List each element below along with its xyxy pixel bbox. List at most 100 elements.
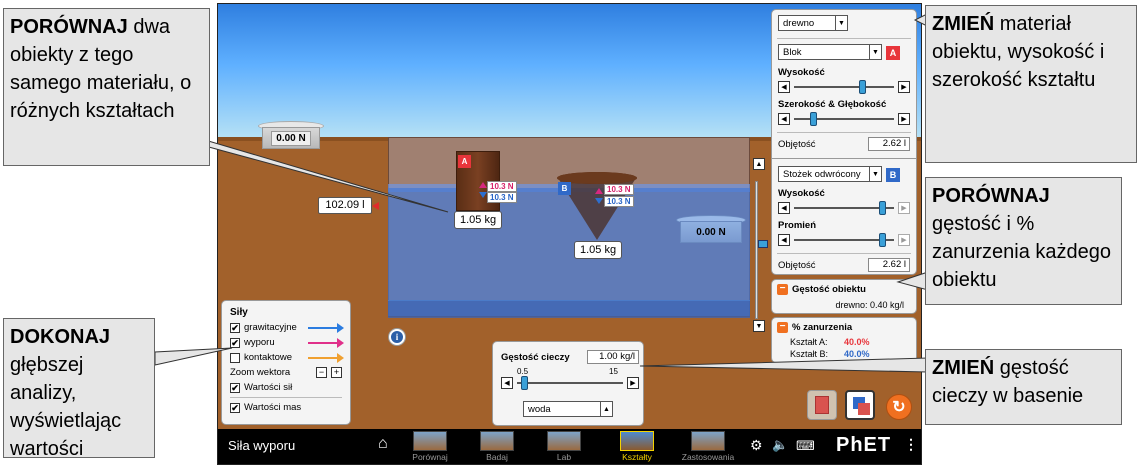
fluid-level-thumb[interactable] (758, 240, 768, 248)
increase-button[interactable]: ▶ (627, 377, 639, 389)
slider-track (794, 118, 894, 120)
chevron-down-icon: ▼ (869, 45, 881, 59)
right-scale[interactable]: 0.00 N (676, 215, 746, 247)
scale-reading: 0.00 N (696, 226, 726, 238)
block-a-buoyant-force: 10.3 N (487, 181, 517, 192)
collapse-icon[interactable]: − (777, 284, 788, 295)
forces-panel: Siły ✔ grawitacyjne ✔ wyporu kontaktowe … (221, 300, 351, 425)
shape-a-select[interactable]: Blok ▼ (778, 44, 882, 60)
height-a-slider[interactable]: ◀ ▶ (778, 80, 910, 94)
keyboard-icon[interactable]: ⌨ (796, 438, 815, 454)
zoom-row: Zoom wektora − + (230, 365, 342, 380)
shape-a-tag: A (458, 155, 471, 168)
zoom-label: Zoom wektora (230, 367, 291, 378)
cone-b-mass: 1.05 kg (574, 241, 623, 259)
shape-b-select[interactable]: Stożek odwrócony ▼ (778, 166, 882, 182)
sim-title: Siła wyporu (228, 438, 296, 453)
height-b-slider[interactable]: ◀ ▶ (778, 201, 910, 215)
navigation-bar: Siła wyporu ⌂ Porównaj Badaj Lab Kształt… (218, 429, 921, 464)
callout-compare-density: PORÓWNAJ gęstość i % zanurzenia każdego … (925, 177, 1122, 305)
collapse-icon[interactable]: − (777, 322, 788, 333)
cone-b-gravity-force: 10.3 N (604, 196, 634, 207)
divider (230, 397, 342, 398)
zoom-in-button[interactable]: + (331, 367, 342, 378)
left-scale[interactable]: 0.00 N (258, 121, 324, 153)
force-gravity-row[interactable]: ✔ grawitacyjne (230, 320, 344, 335)
reset-button[interactable]: ↻ (886, 394, 912, 420)
decrease-button[interactable]: ◀ (778, 113, 790, 125)
divider (777, 253, 911, 254)
scale-display: 0.00 N (262, 127, 320, 149)
force-buoyancy-row[interactable]: ✔ wyporu (230, 335, 344, 350)
fluid-density-max: 15 (609, 367, 618, 376)
fluid-select-value: woda (528, 403, 551, 415)
checkbox[interactable]: ✔ (230, 402, 240, 413)
increase-button[interactable]: ▶ (898, 81, 910, 93)
fluid-level-down-button[interactable]: ▼ (753, 320, 765, 332)
gear-icon[interactable]: ⚙ (750, 437, 763, 454)
shape-b-submerged-value: 40.0% (844, 349, 870, 359)
force-values-row[interactable]: ✔ Wartości sił (230, 380, 342, 395)
tab-porownaj[interactable]: Porównaj (405, 431, 455, 462)
decrease-button[interactable]: ◀ (778, 202, 790, 214)
material-select[interactable]: drewno ▼ (778, 15, 848, 31)
percent-submerged-header[interactable]: − % zanurzenia (777, 322, 852, 333)
menu-icon[interactable]: ⋮ (904, 436, 918, 453)
checkbox[interactable]: ✔ (230, 337, 240, 348)
single-object-button[interactable] (807, 390, 837, 420)
tab-zastosowania[interactable]: Zastosowania (676, 431, 740, 462)
checkbox[interactable]: ✔ (230, 322, 240, 333)
slider-thumb[interactable] (859, 80, 866, 94)
cone-b-buoyant-force: 10.3 N (604, 184, 634, 195)
fluid-select[interactable]: woda ▲ (523, 401, 613, 417)
zoom-out-button[interactable]: − (316, 367, 327, 378)
volume-a-label: Objętość (778, 139, 816, 150)
decrease-button[interactable]: ◀ (778, 81, 790, 93)
callout-compare-shapes: PORÓWNAJ dwa obiekty z tego samego mater… (3, 8, 210, 166)
mass-values-row[interactable]: ✔ Wartości mas (230, 400, 342, 415)
checkbox[interactable] (230, 352, 240, 363)
increase-button[interactable]: ▶ (898, 202, 910, 214)
slider-thumb[interactable] (521, 376, 528, 390)
home-icon[interactable]: ⌂ (378, 435, 388, 453)
gravity-force-arrow (479, 192, 487, 198)
gravity-vector-icon (308, 322, 344, 333)
tab-lab[interactable]: Lab (539, 431, 589, 462)
material-select-value: drewno (783, 17, 815, 29)
fluid-density-slider[interactable]: ◀ ▶ (501, 376, 639, 390)
width-depth-slider[interactable]: ◀ ▶ (778, 112, 910, 126)
tab-label: Porównaj (412, 452, 448, 462)
percent-submerged-panel: − % zanurzenia Kształt A: 40.0% Kształt … (771, 317, 917, 363)
decrease-button[interactable]: ◀ (501, 377, 513, 389)
tab-badaj[interactable]: Badaj (472, 431, 522, 462)
callout-change-fluid: ZMIEŃ gęstość cieczy w basenie (925, 349, 1122, 425)
force-buoyancy-label: wyporu (244, 337, 275, 348)
increase-button[interactable]: ▶ (898, 234, 910, 246)
force-contact-row[interactable]: kontaktowe (230, 350, 344, 365)
sound-icon[interactable]: 🔈 (772, 437, 788, 453)
object-density-title: Gęstość obiektu (792, 284, 866, 295)
callout-keyword: ZMIEŃ (932, 357, 995, 379)
slider-thumb[interactable] (879, 233, 886, 247)
callout-text: gęstość i % zanurzenia każdego obiektu (932, 213, 1112, 291)
fluid-density-value: 1.00 kg/l (587, 350, 639, 364)
phet-logo[interactable]: PhET (836, 434, 891, 457)
increase-button[interactable]: ▶ (898, 113, 910, 125)
fluid-level-up-button[interactable]: ▲ (753, 158, 765, 170)
slider-thumb[interactable] (810, 112, 817, 126)
decrease-button[interactable]: ◀ (778, 234, 790, 246)
slider-thumb[interactable] (879, 201, 886, 215)
block-a-mass: 1.05 kg (454, 211, 503, 229)
volume-b-value: 2.62 l (868, 258, 910, 272)
forces-panel-title: Siły (230, 307, 248, 318)
tab-ksztalty[interactable]: Kształty (612, 431, 662, 462)
fluid-level-track[interactable] (755, 181, 758, 319)
object-density-header[interactable]: − Gęstość obiektu (777, 284, 866, 295)
shape-b-tag: B (558, 182, 571, 195)
fluid-density-min: 0.5 (517, 367, 529, 376)
shape-b-tag: B (886, 168, 900, 182)
checkbox[interactable]: ✔ (230, 382, 240, 393)
info-button[interactable]: i (388, 328, 406, 346)
two-objects-button[interactable] (845, 390, 875, 420)
radius-slider[interactable]: ◀ ▶ (778, 233, 910, 247)
